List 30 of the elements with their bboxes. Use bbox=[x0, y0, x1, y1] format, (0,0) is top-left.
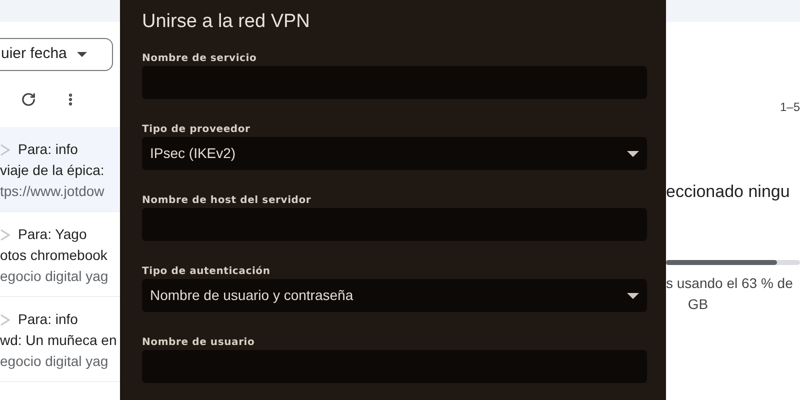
storage-text: s usando el 63 % de bbox=[666, 274, 794, 292]
field-label: Tipo de autenticación bbox=[142, 265, 272, 279]
email-subject: viaje de la épica: bbox=[0, 161, 106, 180]
email-subject: wd: Un muñeca en bbox=[0, 331, 118, 350]
dialog-title: Unirse a la red VPN bbox=[142, 10, 311, 34]
email-subject: otos chromebook bbox=[0, 246, 108, 265]
field-label: Nombre de servicio bbox=[142, 52, 258, 66]
email-snippet: egocio digital yag bbox=[0, 267, 110, 286]
email-snippet: egocio digital yag bbox=[0, 352, 110, 371]
storage-unit: GB bbox=[688, 294, 708, 314]
recipient: Para: info bbox=[18, 310, 78, 329]
page-range: 1–5 bbox=[780, 99, 800, 116]
dropdown[interactable]: Nombre de usuario y contraseña bbox=[142, 279, 647, 312]
email-row[interactable]: Para: info viaje de la épica: tps://www.jotdow bbox=[0, 127, 120, 212]
field-label: Nombre de usuario bbox=[142, 336, 256, 350]
importance-icon[interactable] bbox=[0, 144, 10, 156]
email-snippet: tps://www.jotdow bbox=[0, 182, 106, 201]
importance-icon[interactable] bbox=[0, 228, 10, 240]
date-filter-dropdown[interactable]: uier fecha bbox=[0, 38, 113, 71]
field-label: Tipo de proveedor bbox=[142, 123, 252, 137]
dropdown-caret-icon bbox=[76, 52, 87, 57]
importance-icon[interactable] bbox=[0, 314, 10, 326]
recipient: Para: info bbox=[18, 140, 78, 159]
dropdown-caret-icon bbox=[627, 150, 639, 156]
dropdown[interactable]: IPsec (IKEv2) bbox=[142, 137, 647, 170]
dropdown-caret-icon bbox=[627, 292, 639, 298]
field-label: Nombre de host del servidor bbox=[142, 194, 312, 208]
recipient: Para: Yago bbox=[18, 225, 87, 244]
empty-message: eccionado ningu bbox=[666, 181, 791, 203]
refresh-icon[interactable] bbox=[21, 92, 36, 106]
